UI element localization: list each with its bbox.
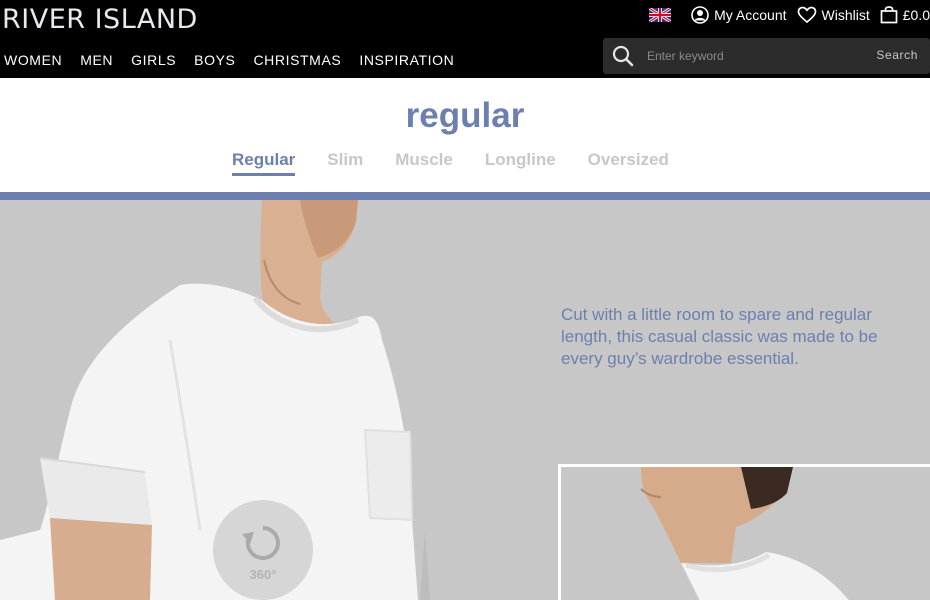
user-icon	[691, 6, 709, 24]
bag-link[interactable]: £0.0	[880, 6, 930, 24]
search-button[interactable]: Search	[876, 48, 918, 62]
fit-description: Cut with a little room to spare and regu…	[561, 305, 878, 368]
search-input[interactable]	[647, 49, 847, 63]
nav-item-boys[interactable]: BOYS	[194, 52, 235, 68]
utility-bar: My Account Wishlist £0.0	[639, 4, 930, 26]
section-divider	[0, 192, 930, 200]
tab-longline[interactable]: Longline	[485, 150, 556, 176]
rotate-icon	[242, 526, 280, 560]
nav-item-men[interactable]: MEN	[80, 52, 113, 68]
tab-muscle[interactable]: Muscle	[395, 150, 453, 176]
page-title: regular	[405, 96, 525, 135]
shopping-bag-icon	[880, 6, 898, 24]
wishlist-link[interactable]: Wishlist	[797, 6, 870, 24]
heart-icon	[797, 6, 816, 24]
my-account-link[interactable]: My Account	[691, 6, 787, 24]
nav-item-women[interactable]: WOMEN	[4, 52, 62, 68]
site-header: RIVER ISLAND My Account Wishlist £0.0 WO…	[0, 0, 930, 78]
wishlist-label: Wishlist	[821, 7, 870, 23]
uk-flag-icon	[649, 8, 672, 22]
main-nav: WOMEN MEN GIRLS BOYS CHRISTMAS INSPIRATI…	[4, 52, 472, 68]
nav-item-christmas[interactable]: CHRISTMAS	[253, 52, 341, 68]
my-account-label: My Account	[714, 7, 787, 23]
hero-section: 360° Cut with a little room to spare and…	[0, 200, 930, 600]
nav-item-inspiration[interactable]: INSPIRATION	[359, 52, 454, 68]
search-icon[interactable]	[611, 44, 635, 68]
view-360-button[interactable]: 360°	[213, 500, 313, 600]
logo[interactable]: RIVER ISLAND	[2, 4, 198, 35]
tab-oversized[interactable]: Oversized	[588, 150, 669, 176]
thumbnail-image	[640, 467, 849, 600]
country-selector[interactable]	[649, 8, 681, 22]
search-bar: Search	[603, 38, 930, 74]
view-360-label: 360°	[249, 567, 277, 582]
fit-tabs: Regular Slim Muscle Longline Oversized	[232, 150, 701, 176]
bag-total: £0.0	[902, 7, 930, 23]
fit-thumbnail[interactable]	[558, 464, 930, 600]
tab-regular[interactable]: Regular	[232, 150, 296, 176]
tab-slim[interactable]: Slim	[327, 150, 363, 176]
nav-item-girls[interactable]: GIRLS	[131, 52, 176, 68]
